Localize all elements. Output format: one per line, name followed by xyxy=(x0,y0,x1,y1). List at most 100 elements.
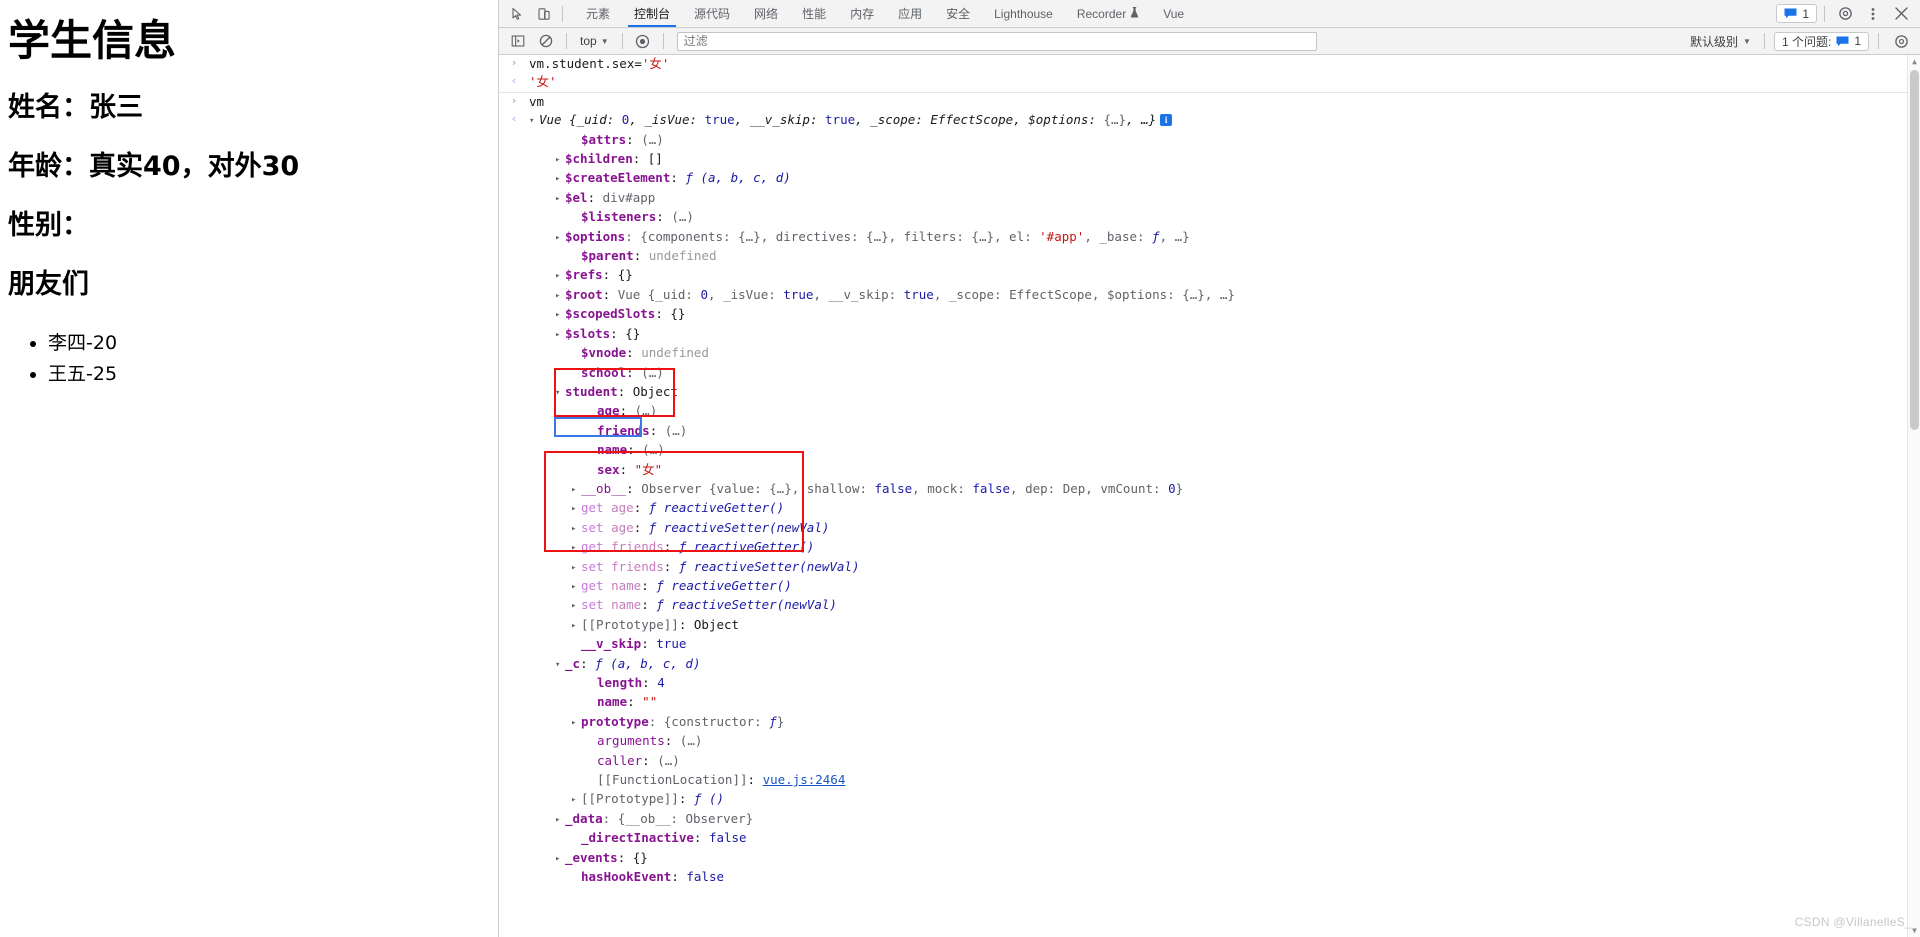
tab-sources[interactable]: 源代码 xyxy=(682,0,742,27)
console-property-row[interactable]: ▸ prototype: {constructor: ƒ} xyxy=(499,713,1920,732)
console-output-line[interactable]: ‹ ▾ Vue {_uid: 0, _isVue: true, __v_skip: … xyxy=(499,111,1920,130)
disclosure-closed-icon[interactable]: ▸ xyxy=(571,540,581,556)
tab-application[interactable]: 应用 xyxy=(886,0,934,27)
disclosure-closed-icon[interactable]: ▸ xyxy=(555,230,565,246)
console-property-row[interactable]: ▸ $slots: {} xyxy=(499,325,1920,344)
tab-recorder[interactable]: Recorder xyxy=(1065,0,1151,27)
console-token[interactable]: vue.js:2464 xyxy=(763,772,846,787)
console-property-row[interactable]: ▾ student: Object xyxy=(499,383,1920,402)
console-property-row[interactable]: ▸ [[Prototype]]: Object xyxy=(499,616,1920,635)
tab-lighthouse[interactable]: Lighthouse xyxy=(982,0,1065,27)
console-property-row[interactable]: ▸ set name: ƒ reactiveSetter(newVal) xyxy=(499,596,1920,615)
disclosure-open-icon[interactable]: ▾ xyxy=(529,113,539,129)
tab-vue[interactable]: Vue xyxy=(1151,0,1196,27)
console-property-row[interactable]: ▸arguments: (…) xyxy=(499,732,1920,751)
console-property-row[interactable]: ▸ $refs: {} xyxy=(499,266,1920,285)
gear-icon[interactable] xyxy=(1832,1,1858,27)
console-property-row[interactable]: ▸name: "" xyxy=(499,693,1920,712)
console-output[interactable]: › vm.student.sex='女' ‹ '女' › vm ‹ ▾ Vue {_uid: 0… xyxy=(499,55,1920,937)
tab-memory[interactable]: 内存 xyxy=(838,0,886,27)
console-property-row[interactable]: ▸ get name: ƒ reactiveGetter() xyxy=(499,577,1920,596)
tab-elements[interactable]: 元素 xyxy=(574,0,622,27)
sidebar-toggle-icon[interactable] xyxy=(505,28,531,54)
console-property-row[interactable]: ▸[[FunctionLocation]]: vue.js:2464 xyxy=(499,771,1920,790)
console-output-line[interactable]: ‹ '女' xyxy=(499,73,1920,93)
tab-security[interactable]: 安全 xyxy=(934,0,982,27)
disclosure-closed-icon[interactable]: ▸ xyxy=(571,579,581,595)
console-token: : xyxy=(587,189,603,205)
clear-console-icon[interactable] xyxy=(533,28,559,54)
live-expression-icon[interactable] xyxy=(630,28,656,54)
scrollbar-thumb[interactable] xyxy=(1910,70,1919,430)
console-property-row[interactable]: ▸sex: "女" xyxy=(499,461,1920,480)
console-property-row[interactable]: ▸ _events: {} xyxy=(499,849,1920,868)
console-property-row[interactable]: ▸friends: (…) xyxy=(499,422,1920,441)
console-property-row[interactable]: ▸_directInactive: false xyxy=(499,829,1920,848)
execution-context-select[interactable]: top ▼ xyxy=(574,33,615,49)
console-token: name xyxy=(611,597,642,613)
console-property-row[interactable]: ▸school: (…) xyxy=(499,364,1920,383)
disclosure-closed-icon[interactable]: ▸ xyxy=(571,792,581,808)
inspect-element-icon[interactable] xyxy=(505,1,531,27)
info-icon[interactable]: i xyxy=(1160,114,1173,127)
console-property-row[interactable]: ▸__v_skip: true xyxy=(499,635,1920,654)
disclosure-closed-icon[interactable]: ▸ xyxy=(555,307,565,323)
console-property-row[interactable]: ▸$vnode: undefined xyxy=(499,344,1920,363)
console-property-row[interactable]: ▸ $children: [] xyxy=(499,150,1920,169)
console-filter-input[interactable] xyxy=(676,31,1317,51)
disclosure-open-icon[interactable]: ▾ xyxy=(555,385,565,401)
scroll-up-icon[interactable]: ▲ xyxy=(1908,55,1920,68)
console-property-row[interactable]: ▸age: (…) xyxy=(499,402,1920,421)
console-property-row[interactable]: ▸ $el: div#app xyxy=(499,189,1920,208)
console-token: (…) xyxy=(634,403,658,419)
disclosure-closed-icon[interactable]: ▸ xyxy=(571,521,581,537)
disclosure-closed-icon[interactable]: ▸ xyxy=(555,191,565,207)
console-property-row[interactable]: ▸ get age: ƒ reactiveGetter() xyxy=(499,499,1920,518)
tab-network[interactable]: 网络 xyxy=(742,0,790,27)
console-property-row[interactable]: ▸ $options: {components: {…}, directives:… xyxy=(499,228,1920,247)
disclosure-closed-icon[interactable]: ▸ xyxy=(571,618,581,634)
console-scrollbar[interactable]: ▲ ▼ xyxy=(1907,55,1920,937)
disclosure-closed-icon[interactable]: ▸ xyxy=(571,482,581,498)
gear-icon[interactable] xyxy=(1888,28,1914,54)
disclosure-closed-icon[interactable]: ▸ xyxy=(555,327,565,343)
disclosure-closed-icon[interactable]: ▸ xyxy=(555,152,565,168)
console-property-row[interactable]: ▸ get friends: ƒ reactiveGetter() xyxy=(499,538,1920,557)
console-property-row[interactable]: ▸caller: (…) xyxy=(499,752,1920,771)
console-property-row[interactable]: ▸name: (…) xyxy=(499,441,1920,460)
console-property-row[interactable]: ▸$parent: undefined xyxy=(499,247,1920,266)
disclosure-closed-icon[interactable]: ▸ xyxy=(571,598,581,614)
disclosure-closed-icon[interactable]: ▸ xyxy=(555,851,565,867)
disclosure-closed-icon[interactable]: ▸ xyxy=(555,268,565,284)
tab-performance[interactable]: 性能 xyxy=(790,0,838,27)
console-property-row[interactable]: ▸ $scopedSlots: {} xyxy=(499,305,1920,324)
console-property-row[interactable]: ▸$listeners: (…) xyxy=(499,208,1920,227)
disclosure-closed-icon[interactable]: ▸ xyxy=(571,715,581,731)
console-property-row[interactable]: ▸ $root: Vue {_uid: 0, _isVue: true, __v_… xyxy=(499,286,1920,305)
console-property-row[interactable]: ▸ set age: ƒ reactiveSetter(newVal) xyxy=(499,519,1920,538)
console-input-line[interactable]: › vm xyxy=(499,93,1920,111)
console-input-line[interactable]: › vm.student.sex='女' xyxy=(499,55,1920,73)
messages-badge[interactable]: 1 xyxy=(1776,4,1817,23)
console-property-row[interactable]: ▸hasHookEvent: false xyxy=(499,868,1920,887)
kebab-menu-icon[interactable] xyxy=(1860,1,1886,27)
disclosure-closed-icon[interactable]: ▸ xyxy=(555,171,565,187)
close-icon[interactable] xyxy=(1888,1,1914,27)
console-property-row[interactable]: ▸ __ob__: Observer {value: {…}, shallow: … xyxy=(499,480,1920,499)
disclosure-open-icon[interactable]: ▾ xyxy=(555,657,565,673)
console-property-row[interactable]: ▸ $createElement: ƒ (a, b, c, d) xyxy=(499,169,1920,188)
tab-console[interactable]: 控制台 xyxy=(622,0,682,27)
issues-badge[interactable]: 1 个问题: 1 xyxy=(1773,31,1869,51)
console-property-row[interactable]: ▸ _data: {__ob__: Observer} xyxy=(499,810,1920,829)
console-property-row[interactable]: ▾ _c: ƒ (a, b, c, d) xyxy=(499,655,1920,674)
console-property-row[interactable]: ▸$attrs: (…) xyxy=(499,131,1920,150)
disclosure-closed-icon[interactable]: ▸ xyxy=(571,560,581,576)
console-property-row[interactable]: ▸length: 4 xyxy=(499,674,1920,693)
device-toolbar-icon[interactable] xyxy=(531,1,557,27)
console-property-row[interactable]: ▸ set friends: ƒ reactiveSetter(newVal) xyxy=(499,558,1920,577)
console-property-row[interactable]: ▸ [[Prototype]]: ƒ () xyxy=(499,790,1920,809)
log-level-select[interactable]: 默认级别 ▼ xyxy=(1686,32,1755,51)
disclosure-closed-icon[interactable]: ▸ xyxy=(555,288,565,304)
disclosure-closed-icon[interactable]: ▸ xyxy=(555,812,565,828)
disclosure-closed-icon[interactable]: ▸ xyxy=(571,501,581,517)
